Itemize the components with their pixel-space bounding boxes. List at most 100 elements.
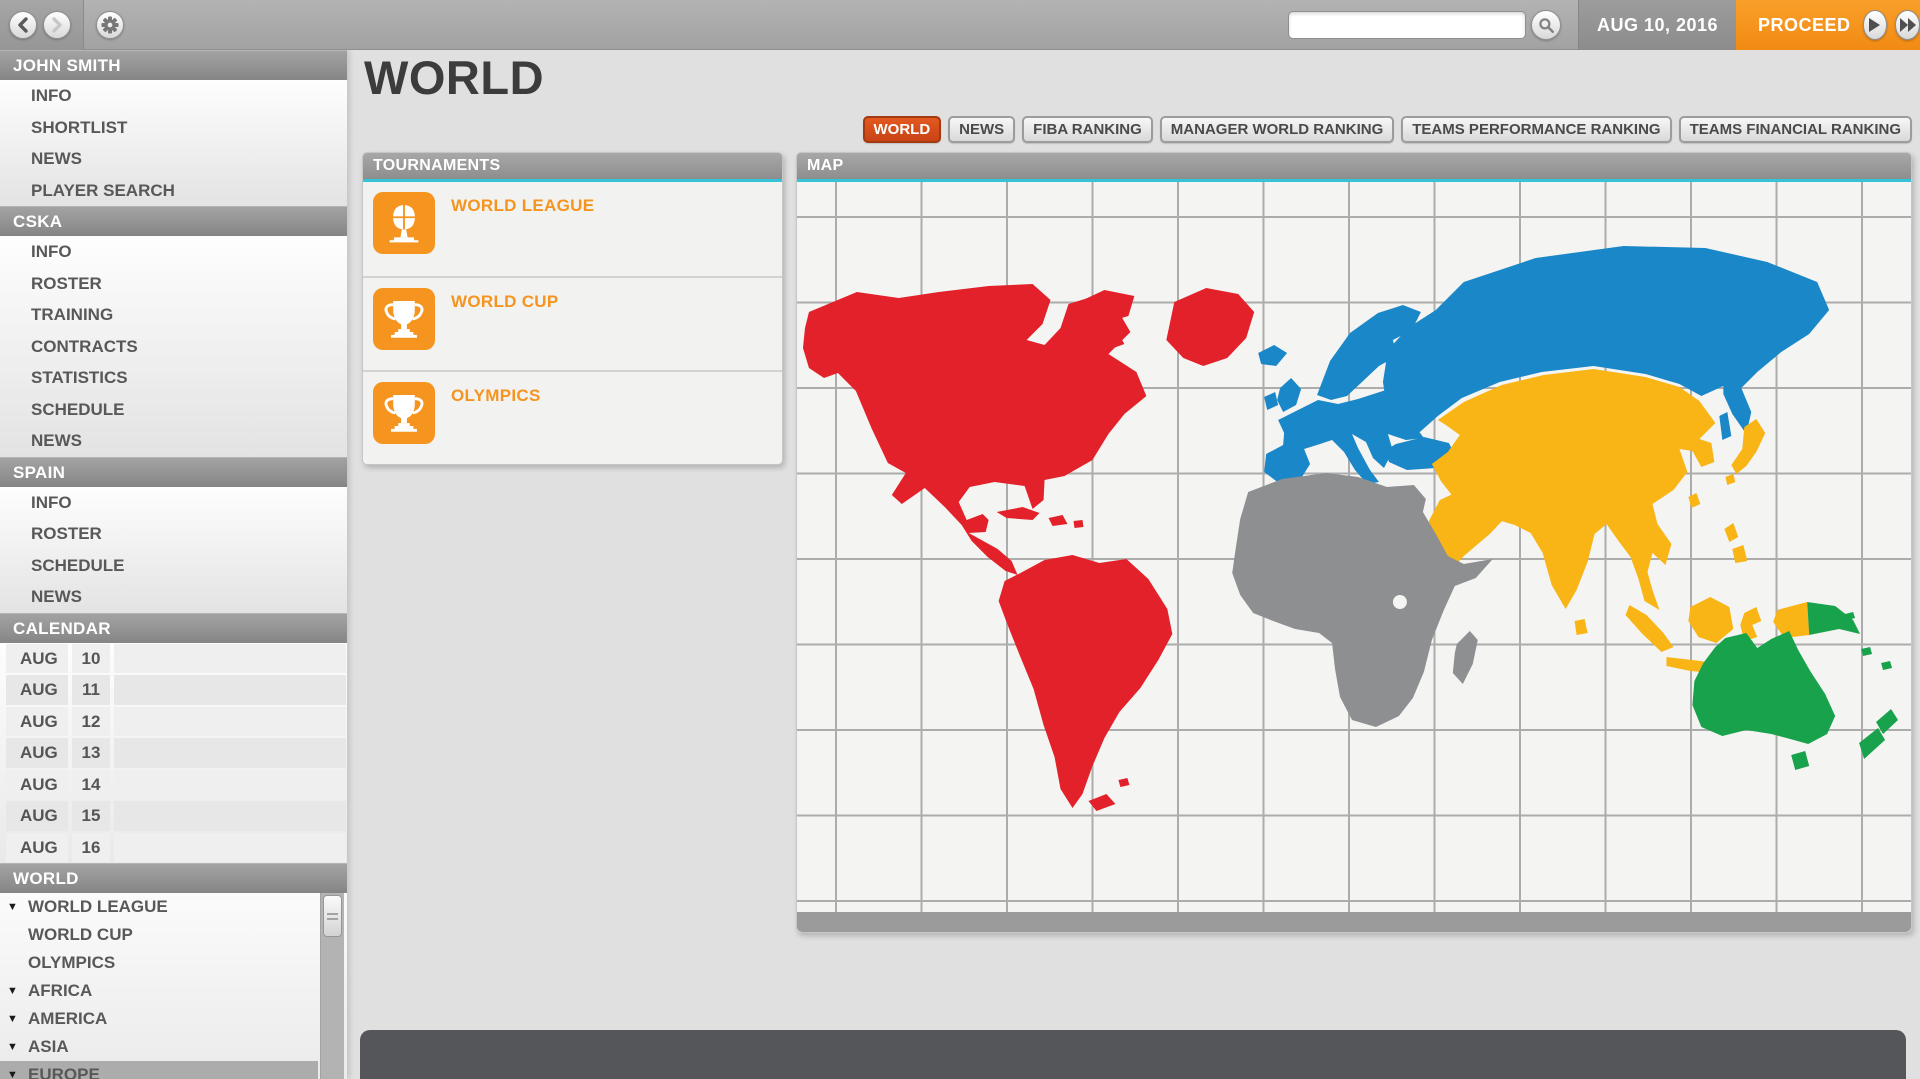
- sidebar-item-club-statistics[interactable]: STATISTICS: [0, 362, 347, 394]
- thumb-grip: [327, 913, 338, 915]
- world-map[interactable]: [797, 182, 1911, 912]
- tree-item-world-cup[interactable]: WORLD CUP: [0, 921, 318, 949]
- world-map-svg: [797, 182, 1911, 912]
- sidebar-item-player-search[interactable]: PLAYER SEARCH: [0, 175, 347, 207]
- tournament-item-world-league[interactable]: WORLD LEAGUE: [363, 182, 782, 276]
- tree-item-label: OLYMPICS: [28, 949, 115, 977]
- calendar-event-cell: [114, 833, 346, 863]
- sidebar-item-club-news[interactable]: NEWS: [0, 425, 347, 457]
- play-icon: [1868, 18, 1881, 32]
- gear-icon: [101, 16, 119, 34]
- trophy-icon: [373, 288, 435, 350]
- tree-expand-icon[interactable]: ▼: [7, 977, 18, 1005]
- current-date: AUG 10, 2016: [1578, 0, 1736, 50]
- trophy-icon: [373, 382, 435, 444]
- tree-item-europe[interactable]: ▼ EUROPE: [0, 1061, 318, 1079]
- calendar-day: 10: [72, 644, 110, 674]
- chevron-right-icon: [51, 17, 63, 33]
- sidebar-item-manager-info[interactable]: INFO: [0, 80, 347, 112]
- tree-item-label: AMERICA: [28, 1005, 107, 1033]
- nav-button-group: [0, 0, 84, 50]
- tree-item-africa[interactable]: ▼ AFRICA: [0, 977, 318, 1005]
- sidebar-item-club-training[interactable]: TRAINING: [0, 299, 347, 331]
- tournament-item-olympics[interactable]: OLYMPICS: [363, 370, 782, 464]
- calendar-day: 15: [72, 801, 110, 831]
- tab-news[interactable]: NEWS: [948, 116, 1015, 143]
- page-title: WORLD: [364, 50, 544, 105]
- calendar-day: 14: [72, 770, 110, 800]
- sidebar-item-manager-news[interactable]: NEWS: [0, 143, 347, 175]
- calendar-row[interactable]: AUG 10: [0, 644, 347, 674]
- search-icon: [1537, 16, 1555, 34]
- tab-world[interactable]: WORLD: [863, 116, 942, 143]
- calendar-row[interactable]: AUG 16: [0, 833, 347, 863]
- date-text: AUG 10, 2016: [1597, 15, 1718, 36]
- sidebar-item-shortlist[interactable]: SHORTLIST: [0, 112, 347, 144]
- sidebar-section-calendar: CALENDAR: [0, 613, 347, 643]
- tree-item-olympics[interactable]: OLYMPICS: [0, 949, 318, 977]
- national-team-menu: INFO ROSTER SCHEDULE NEWS: [0, 487, 347, 613]
- sidebar-item-nt-news[interactable]: NEWS: [0, 581, 347, 613]
- chevron-left-icon: [17, 17, 29, 33]
- tree-item-label: ASIA: [28, 1033, 69, 1061]
- tree-scrollbar[interactable]: [320, 893, 344, 1079]
- tree-item-label: EUROPE: [28, 1061, 100, 1079]
- tournament-item-world-cup[interactable]: WORLD CUP: [363, 276, 782, 370]
- proceed-control: PROCEED: [1736, 0, 1920, 50]
- back-button[interactable]: [9, 11, 37, 39]
- fast-forward-icon: [1900, 18, 1916, 32]
- tab-bar: WORLD NEWS FIBA RANKING MANAGER WORLD RA…: [863, 116, 1912, 143]
- calendar-month: AUG: [6, 833, 68, 863]
- calendar-row[interactable]: AUG 12: [0, 707, 347, 737]
- map-region-asia[interactable]: [1429, 369, 1809, 674]
- tab-manager-world-ranking[interactable]: MANAGER WORLD RANKING: [1160, 116, 1394, 143]
- sidebar-item-club-info[interactable]: INFO: [0, 236, 347, 268]
- sidebar-item-club-schedule[interactable]: SCHEDULE: [0, 394, 347, 426]
- calendar-month: AUG: [6, 770, 68, 800]
- proceed-label: PROCEED: [1758, 15, 1851, 36]
- calendar-day: 13: [72, 738, 110, 768]
- map-horizontal-scrollbar[interactable]: [797, 912, 1911, 932]
- search-button[interactable]: [1531, 10, 1561, 40]
- tab-fiba-ranking[interactable]: FIBA RANKING: [1022, 116, 1153, 143]
- thumb-grip: [327, 918, 338, 920]
- calendar-event-cell: [114, 738, 346, 768]
- tree-item-asia[interactable]: ▼ ASIA: [0, 1033, 318, 1061]
- tournaments-panel-title: TOURNAMENTS: [363, 153, 782, 179]
- sidebar-item-club-contracts[interactable]: CONTRACTS: [0, 331, 347, 363]
- calendar-day: 12: [72, 707, 110, 737]
- sidebar-item-nt-info[interactable]: INFO: [0, 487, 347, 519]
- map-region-america[interactable]: [803, 284, 1254, 811]
- calendar-row[interactable]: AUG 11: [0, 675, 347, 705]
- calendar-row[interactable]: AUG 15: [0, 801, 347, 831]
- calendar-month: AUG: [6, 675, 68, 705]
- fast-forward-button[interactable]: [1895, 10, 1920, 40]
- tree-expand-icon[interactable]: ▼: [7, 1061, 18, 1079]
- tree-expand-icon[interactable]: ▼: [7, 1033, 18, 1061]
- calendar-month: AUG: [6, 738, 68, 768]
- sidebar-item-club-roster[interactable]: ROSTER: [0, 268, 347, 300]
- calendar: AUG 10 AUG 11 AUG 12 AUG 13 AUG 14 AUG 1…: [0, 643, 347, 864]
- map-lake: [1393, 595, 1407, 609]
- forward-button[interactable]: [43, 11, 71, 39]
- calendar-day: 11: [72, 675, 110, 705]
- scrollbar-thumb[interactable]: [323, 895, 342, 937]
- proceed-button[interactable]: [1863, 10, 1888, 40]
- tree-item-america[interactable]: ▼ AMERICA: [0, 1005, 318, 1033]
- calendar-row[interactable]: AUG 14: [0, 770, 347, 800]
- world-tree-rows: ▼ WORLD LEAGUE WORLD CUP OLYMPICS ▼ AFRI…: [0, 893, 318, 1079]
- tournament-label: WORLD CUP: [451, 292, 559, 360]
- settings-button[interactable]: [96, 11, 124, 39]
- sidebar-item-nt-roster[interactable]: ROSTER: [0, 518, 347, 550]
- search-input[interactable]: [1288, 11, 1526, 39]
- tree-item-world-league[interactable]: ▼ WORLD LEAGUE: [0, 893, 318, 921]
- tab-teams-financial-ranking[interactable]: TEAMS FINANCIAL RANKING: [1679, 116, 1912, 143]
- calendar-row[interactable]: AUG 13: [0, 738, 347, 768]
- basketball-trophy-icon: [373, 192, 435, 254]
- tab-teams-performance-ranking[interactable]: TEAMS PERFORMANCE RANKING: [1401, 116, 1671, 143]
- map-panel: MAP: [796, 152, 1912, 933]
- manager-menu: INFO SHORTLIST NEWS PLAYER SEARCH: [0, 80, 347, 206]
- tree-expand-icon[interactable]: ▼: [7, 893, 18, 921]
- tree-expand-icon[interactable]: ▼: [7, 1005, 18, 1033]
- sidebar-item-nt-schedule[interactable]: SCHEDULE: [0, 550, 347, 582]
